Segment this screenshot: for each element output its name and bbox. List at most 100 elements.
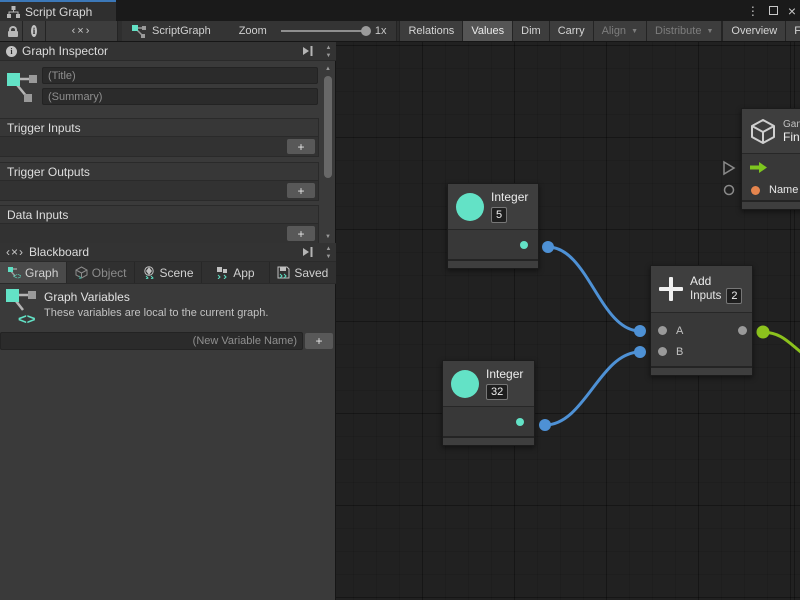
scrollbar-thumb[interactable]	[324, 76, 332, 178]
chevron-down-icon: ▼	[631, 28, 638, 35]
values-toggle[interactable]: Values	[463, 21, 513, 41]
new-variable-row: (New Variable Name) +	[0, 331, 336, 351]
gameobject-cube-icon	[750, 118, 776, 144]
full-screen-button[interactable]: Full Screen	[786, 21, 800, 41]
graph-variables-icon: <>	[6, 288, 36, 326]
port-label: A	[676, 325, 683, 337]
maximize-icon[interactable]	[769, 6, 778, 15]
integer-value-input[interactable]: 32	[486, 384, 508, 400]
data-inputs-row: +	[0, 224, 319, 244]
wire-endpoint[interactable]	[634, 346, 646, 358]
lock-icon	[8, 26, 14, 37]
new-variable-input[interactable]: (New Variable Name)	[0, 332, 303, 350]
port-label: Name	[769, 184, 798, 196]
zoom-slider-knob[interactable]	[361, 26, 371, 36]
add-icon	[659, 277, 683, 301]
tab-saved[interactable]: Saved	[270, 262, 336, 283]
align-dropdown[interactable]: Align ▼	[594, 21, 647, 41]
trigger-inputs-label: Trigger Inputs	[0, 118, 319, 137]
carry-toggle[interactable]: Carry	[550, 21, 594, 41]
svg-text:<>: <>	[18, 311, 36, 326]
add-variable-button[interactable]: +	[305, 333, 333, 349]
inputs-count-input[interactable]: 2	[726, 288, 742, 304]
add-data-input-button[interactable]: +	[287, 226, 315, 241]
add-trigger-input-button[interactable]: +	[287, 139, 315, 154]
wire-endpoint[interactable]	[542, 241, 554, 253]
script-graph-icon	[132, 25, 146, 38]
wire-endpoint[interactable]	[757, 326, 770, 339]
node-integer-32[interactable]: Integer 32	[442, 360, 535, 446]
trigger-outputs-row: +	[0, 181, 319, 201]
tab-label: Script Graph	[25, 5, 92, 19]
overview-button[interactable]: Overview	[722, 21, 786, 41]
add-trigger-output-button[interactable]: +	[287, 183, 315, 198]
graph-toolbar: i ‹×› ScriptGraph Zoom 1x Relations Valu…	[0, 21, 800, 42]
wire-int5-to-a[interactable]	[548, 247, 640, 331]
graph-variables-icon: <>	[8, 267, 21, 279]
zoom-value: 1x	[375, 25, 387, 37]
saved-variables-icon	[277, 266, 290, 279]
node-integer-5[interactable]: Integer 5	[447, 183, 539, 269]
tab-script-graph[interactable]: Script Graph	[0, 0, 116, 21]
input-port-a[interactable]	[658, 326, 667, 335]
tab-bar: Script Graph ⋮ ×	[0, 0, 800, 21]
wire-int32-to-b[interactable]	[545, 352, 640, 425]
summary-input[interactable]: (Summary)	[42, 88, 318, 105]
relations-toggle[interactable]: Relations	[399, 21, 463, 41]
chevron-down-icon: ▼	[706, 28, 713, 35]
ghost-trigger-port[interactable]	[724, 162, 734, 174]
title-input[interactable]: (Title)	[42, 67, 318, 84]
tab-app[interactable]: App	[202, 262, 269, 283]
tab-graph[interactable]: <> Graph	[0, 262, 67, 283]
wire-endpoint[interactable]	[539, 419, 551, 431]
graph-variables-description: These variables are local to the current…	[44, 307, 268, 319]
node-gameobject-find[interactable]: GameObject Find Name	[741, 108, 800, 210]
sidebar-panel: i Graph Inspector ▲▼ (Title) (Summary)	[0, 42, 336, 600]
kebab-menu-icon[interactable]: ⋮	[747, 5, 759, 17]
dock-panel-icon[interactable]	[302, 46, 314, 56]
graph-tab-icon	[7, 6, 20, 18]
trigger-inputs-row: +	[0, 137, 319, 157]
graph-variables-title: Graph Variables	[44, 290, 268, 304]
ghost-value-port[interactable]	[725, 186, 734, 195]
input-port-b[interactable]	[658, 347, 667, 356]
distribute-dropdown[interactable]: Distribute ▼	[647, 21, 722, 41]
object-variables-icon	[75, 266, 88, 279]
node-title: Add	[690, 274, 742, 288]
wire-endpoint[interactable]	[634, 325, 646, 337]
scroll-down-icon[interactable]: ▼	[322, 232, 334, 242]
node-title: Integer	[491, 190, 528, 204]
integer-value-input[interactable]: 5	[491, 207, 507, 223]
name-input-port[interactable]	[751, 186, 760, 195]
scroll-up-icon[interactable]: ▲	[322, 64, 334, 74]
graph-inspector-header: i Graph Inspector ▲▼	[0, 42, 336, 61]
node-add[interactable]: Add Inputs 2 A B	[650, 265, 753, 376]
dock-panel-icon[interactable]	[302, 247, 314, 257]
tab-object[interactable]: Object	[67, 262, 134, 283]
info-button[interactable]: i	[23, 21, 46, 41]
trigger-arrow-icon[interactable]	[750, 162, 767, 173]
close-icon[interactable]: ×	[788, 4, 796, 18]
node-subtitle: GameObject	[783, 119, 800, 130]
dim-toggle[interactable]: Dim	[513, 21, 550, 41]
integer-output-port[interactable]	[516, 418, 524, 426]
tab-scene[interactable]: Scene	[135, 262, 202, 283]
code-view-button[interactable]: ‹×›	[46, 21, 118, 41]
blackboard-tabs: <> Graph Object	[0, 262, 336, 284]
graph-title-icon	[7, 70, 37, 106]
graph-name: ScriptGraph	[152, 25, 211, 37]
lock-button[interactable]	[0, 21, 23, 41]
panel-scroll-arrows[interactable]: ▲▼	[323, 245, 334, 261]
integer-literal-icon	[456, 193, 484, 221]
panel-scroll-arrows[interactable]: ▲▼	[323, 44, 334, 60]
output-port[interactable]	[738, 326, 747, 335]
integer-literal-icon	[451, 370, 479, 398]
blackboard-header: ‹×› Blackboard ▲▼	[0, 243, 336, 262]
info-icon: i	[31, 25, 37, 37]
graph-variables-info: <> Graph Variables These variables are l…	[0, 284, 336, 331]
graph-breadcrumb-group: ScriptGraph Zoom 1x	[122, 21, 397, 41]
zoom-slider[interactable]	[281, 30, 369, 32]
graph-canvas[interactable]: Integer 5 Integer 32	[336, 42, 800, 600]
integer-output-port[interactable]	[520, 241, 528, 249]
inspector-scrollbar[interactable]: ▲ ▼	[322, 64, 334, 242]
